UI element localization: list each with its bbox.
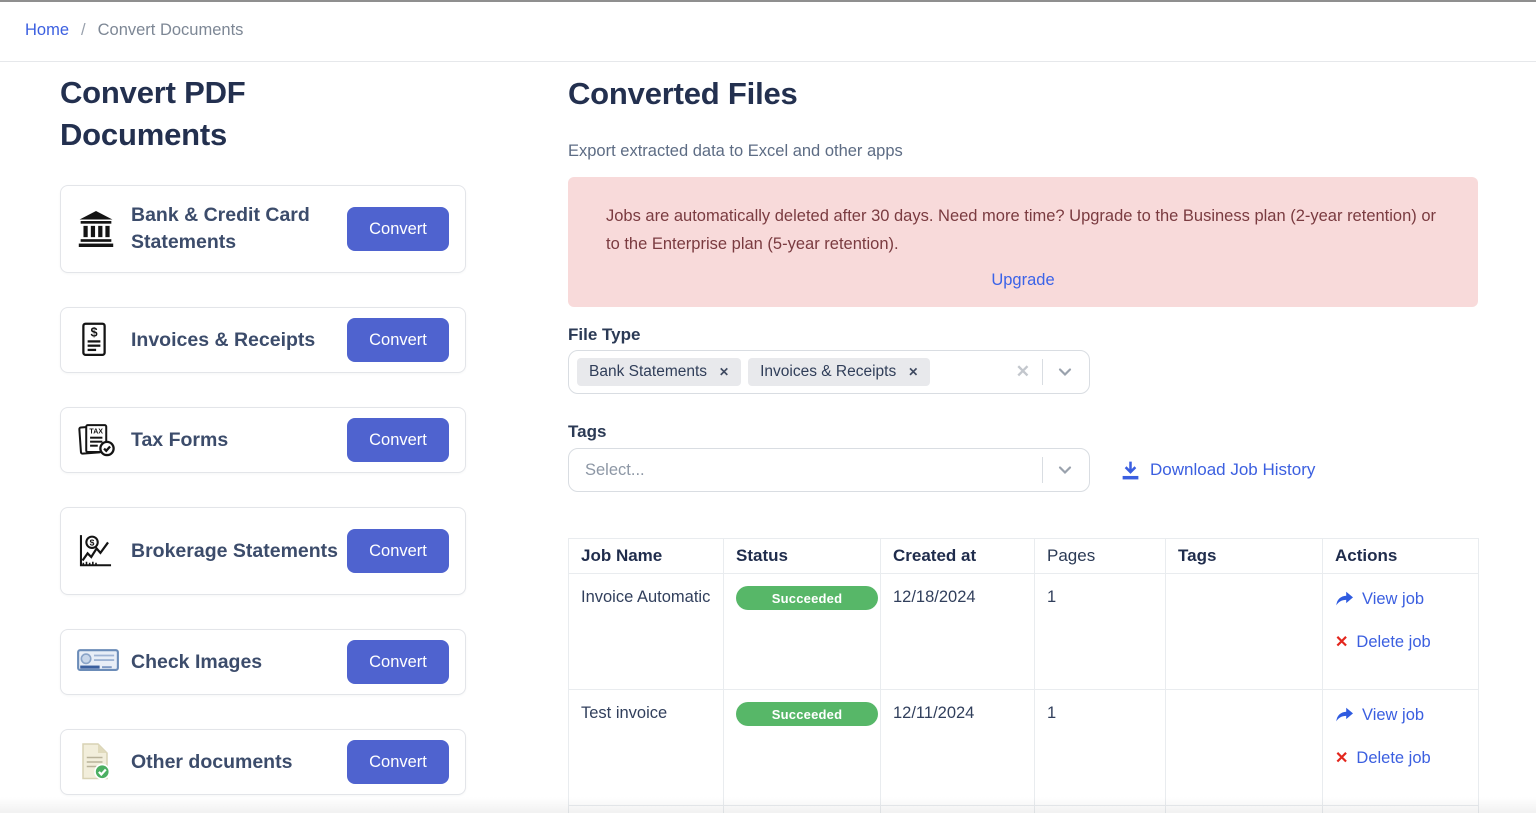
svg-text:TAX: TAX [89,428,103,435]
breadcrumb-home-link[interactable]: Home [25,21,69,40]
card-invoices-receipts: $ Invoices & Receipts Convert [60,307,466,373]
upgrade-link[interactable]: Upgrade [991,271,1054,289]
select-divider [1042,359,1043,385]
card-label: Bank & Credit Card Statements [119,202,347,256]
window-top-edge [0,0,1536,2]
retention-alert-text: Jobs are automatically deleted after 30 … [606,207,1436,253]
convert-documents-panel: Convert PDF Documents Bank & Credit Card… [60,62,466,813]
card-check-images: Check Images Convert [60,629,466,695]
card-label: Tax Forms [119,427,347,454]
breadcrumb-separator: / [81,21,86,40]
card-label: Brokerage Statements [119,538,347,565]
tags-cell [1166,690,1323,806]
retention-alert: Jobs are automatically deleted after 30 … [568,177,1478,307]
table-row: Invoice Automatic Succeeded 12/18/2024 1… [569,574,1479,690]
view-job-link[interactable]: View job [1335,706,1466,725]
view-job-label: View job [1362,706,1424,725]
chip-remove-icon[interactable]: ✕ [719,365,729,379]
table-row: Test invoice Succeeded 12/11/2024 1 View… [569,690,1479,806]
card-label: Other documents [119,749,347,776]
delete-job-icon: ✕ [1335,632,1348,652]
download-link-label: Download Job History [1150,460,1315,480]
tags-cell [1166,806,1323,813]
breadcrumb: Home / Convert Documents [0,0,1536,62]
header-tags: Tags [1166,539,1323,574]
delete-job-label: Delete job [1356,633,1430,652]
header-job-name: Job Name [569,539,724,574]
download-job-history-link[interactable]: Download Job History [1120,460,1315,481]
created-at-cell: 12/11/2024 [881,690,1035,806]
convert-check-images-button[interactable]: Convert [347,640,449,684]
chip-remove-icon[interactable]: ✕ [908,365,918,379]
delete-job-label: Delete job [1356,749,1430,768]
card-other-documents: Other documents Convert [60,729,466,795]
view-job-icon [1335,707,1354,724]
convert-invoices-button[interactable]: Convert [347,318,449,362]
tags-select[interactable]: Select... [568,448,1090,492]
created-at-cell: 12/09/2024 [881,806,1035,813]
page-subtitle: Export extracted data to Excel and other… [568,142,1478,161]
status-badge: Succeeded [736,586,878,610]
tags-label: Tags [568,422,1478,442]
check-image-icon [77,649,119,675]
bank-icon [77,211,119,247]
table-header-row: Job Name Status Created at Pages Tags Ac… [569,539,1479,574]
pages-cell: 1 [1035,574,1166,690]
view-job-label: View job [1362,590,1424,609]
view-job-link[interactable]: View job [1335,590,1466,609]
card-bank-statements: Bank & Credit Card Statements Convert [60,185,466,273]
file-type-label: File Type [568,325,1478,345]
job-name-cell: Invoice Automatic [569,574,724,690]
tags-placeholder: Select... [577,461,645,480]
view-job-icon [1335,591,1354,608]
convert-tax-forms-button[interactable]: Convert [347,418,449,462]
converted-files-panel: Converted Files Export extracted data to… [568,62,1478,813]
table-row: NetSuite Succeeded 12/09/2024 1 View job… [569,806,1479,813]
delete-job-link[interactable]: ✕ Delete job [1335,632,1466,652]
clear-all-icon[interactable]: ✕ [1016,362,1030,382]
convert-other-documents-button[interactable]: Convert [347,740,449,784]
status-badge: Succeeded [736,702,878,726]
chevron-down-icon[interactable] [1055,362,1075,382]
breadcrumb-current: Convert Documents [98,21,244,40]
header-status: Status [724,539,881,574]
chip-label: Invoices & Receipts [760,363,896,381]
tax-form-icon: TAX [77,422,119,458]
delete-job-icon: ✕ [1335,748,1348,768]
jobs-table: Job Name Status Created at Pages Tags Ac… [568,538,1479,813]
page-title: Converted Files [568,76,1478,112]
delete-job-link[interactable]: ✕ Delete job [1335,748,1466,768]
other-document-icon [77,742,119,782]
created-at-cell: 12/18/2024 [881,574,1035,690]
card-tax-forms: TAX Tax Forms Convert [60,407,466,473]
invoice-icon: $ [77,321,119,359]
select-divider [1042,457,1043,483]
card-label: Invoices & Receipts [119,327,347,354]
job-name-cell: Test invoice [569,690,724,806]
svg-text:$: $ [90,324,97,339]
convert-brokerage-button[interactable]: Convert [347,529,449,573]
left-panel-title: Convert PDF Documents [60,72,380,156]
chip-label: Bank Statements [589,363,707,381]
header-created-at: Created at [881,539,1035,574]
svg-text:$: $ [90,537,95,547]
chip-bank-statements: Bank Statements ✕ [577,358,741,386]
file-type-multiselect[interactable]: Bank Statements ✕ Invoices & Receipts ✕ … [568,350,1090,394]
card-brokerage-statements: $ Brokerage Statements Convert [60,507,466,595]
download-icon [1120,460,1141,481]
brokerage-chart-icon: $ [77,532,119,570]
job-name-cell: NetSuite [569,806,724,813]
header-pages: Pages [1035,539,1166,574]
pages-cell: 1 [1035,806,1166,813]
convert-bank-statements-button[interactable]: Convert [347,207,449,251]
tags-cell [1166,574,1323,690]
header-actions: Actions [1323,539,1479,574]
pages-cell: 1 [1035,690,1166,806]
chip-invoices-receipts: Invoices & Receipts ✕ [748,358,930,386]
card-label: Check Images [119,649,347,676]
chevron-down-icon[interactable] [1055,460,1075,480]
